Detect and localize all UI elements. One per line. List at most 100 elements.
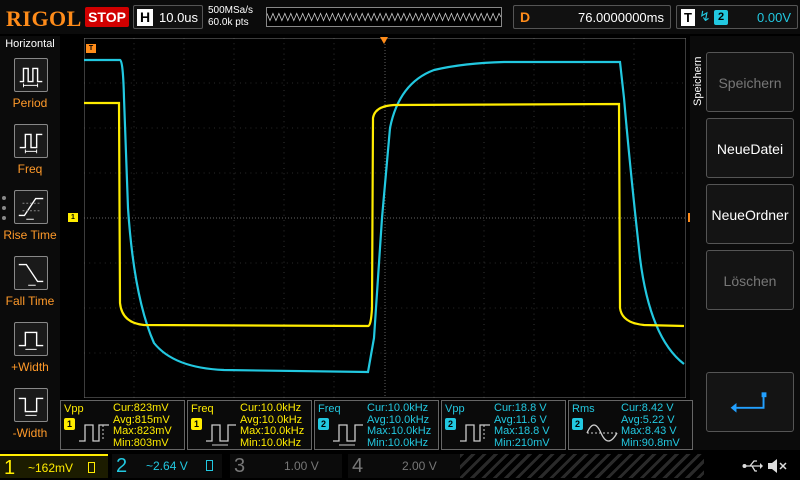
freq-icon — [14, 124, 48, 158]
measurement-max: Max:10.0kHz — [240, 425, 305, 437]
measurement-max: Max:823mV — [113, 425, 172, 437]
delay-label: D — [520, 9, 531, 25]
sample-rate: 500MSa/s — [208, 5, 254, 16]
channel-1-status[interactable]: 1 ~162mV — [0, 454, 108, 479]
measurement-name: Vpp — [445, 403, 465, 415]
ch1-offset-marker[interactable]: 1 — [68, 213, 78, 222]
vpp-icon — [77, 419, 111, 447]
measurement-name: Rms — [572, 403, 595, 415]
channel-badge: 2 — [572, 418, 583, 430]
menu-title: Horizontal — [5, 38, 55, 50]
freq-label: Freq — [17, 162, 43, 176]
softkey-return[interactable] — [706, 372, 794, 432]
measure-positive-width-button[interactable]: +Width — [0, 318, 60, 380]
softkey-new-folder[interactable]: NeueOrdner — [706, 184, 794, 244]
measurement-min: Min:90.8mV — [621, 436, 680, 449]
measurement-item[interactable]: Rms 2 Cur:8.42 V Avg:5.22 V Max:8.43 V M… — [568, 400, 693, 450]
channel-2-status[interactable]: 2 ~2.64 V — [112, 454, 222, 478]
ch1-coupling-icon — [88, 462, 95, 473]
freq-icon — [204, 419, 238, 447]
trigger-source: 2 — [714, 10, 728, 25]
ch2-coupling-icon — [206, 460, 213, 471]
measurement-current: Cur:18.8 V — [494, 402, 547, 414]
channel-bar-filler — [460, 454, 704, 478]
measurement-min: Min:210mV — [494, 436, 550, 449]
rigol-logo: RIGOL — [6, 6, 82, 31]
measurement-current: Cur:10.0kHz — [367, 402, 429, 414]
measure-menu: Horizontal Period Freq Rise Time Fall Ti… — [0, 36, 60, 450]
memory-depth: 60.0k pts — [208, 17, 249, 28]
softkey-delete[interactable]: Löschen — [706, 250, 794, 310]
horizontal-trigger-marker[interactable] — [380, 37, 388, 44]
delay-value: 76.0000000ms — [577, 10, 664, 25]
channel-bar: 1 ~162mV 2 ~2.64 V 3 1.00 V 4 2.00 V — [0, 452, 800, 480]
measurement-current: Cur:823mV — [113, 402, 169, 414]
trigger-box[interactable]: T ↯ 2 0.00V — [676, 5, 798, 29]
measurement-bar: Vpp 1 Cur:823mV Avg:815mV Max:823mV Min:… — [60, 398, 693, 450]
timebase-value: 10.0us — [159, 10, 199, 25]
waveform-display[interactable] — [84, 38, 686, 398]
measurement-item[interactable]: Freq 2 Cur:10.0kHz Avg:10.0kHz Max:10.0k… — [314, 400, 439, 450]
measurement-name: Freq — [191, 403, 214, 415]
rms-icon — [585, 419, 619, 447]
fall-time-icon — [14, 256, 48, 290]
measurement-min: Min:10.0kHz — [367, 436, 429, 449]
channel-scale: 2.00 V — [402, 459, 437, 473]
measurement-name: Freq — [318, 403, 341, 415]
measurement-current: Cur:10.0kHz — [240, 402, 302, 414]
channel-number: 4 — [352, 455, 364, 477]
measurement-min: Min:10.0kHz — [240, 436, 302, 449]
trigger-level: 0.00V — [757, 10, 791, 25]
speaker-muted-icon[interactable] — [766, 457, 788, 475]
channel-badge: 2 — [318, 418, 329, 430]
run-stop-status[interactable]: STOP — [85, 7, 129, 27]
rise-time-label: Rise Time — [3, 228, 57, 242]
period-label: Period — [12, 96, 48, 110]
channel-4-status[interactable]: 4 2.00 V — [348, 454, 460, 478]
freq-icon — [331, 419, 365, 447]
measurement-item[interactable]: Vpp 1 Cur:823mV Avg:815mV Max:823mV Min:… — [60, 400, 185, 450]
channel-badge: 1 — [64, 418, 75, 430]
channel-scale: ~162mV — [28, 461, 74, 475]
measure-fall-time-button[interactable]: Fall Time — [0, 252, 60, 314]
timebase-label: H — [137, 9, 153, 26]
negative-width-label: -Width — [12, 426, 48, 440]
save-menu-title: Speichern — [692, 56, 704, 106]
positive-width-icon — [14, 322, 48, 356]
measurement-max: Max:10.0kHz — [367, 425, 432, 437]
channel-scale: ~2.64 V — [146, 459, 188, 473]
period-icon — [14, 58, 48, 92]
channel-3-status[interactable]: 3 1.00 V — [230, 454, 342, 478]
positive-width-label: +Width — [11, 360, 49, 374]
channel-badge: 2 — [445, 418, 456, 430]
trigger-position-marker[interactable]: T — [86, 44, 96, 53]
channel-number: 2 — [116, 455, 128, 477]
rise-time-icon — [14, 190, 48, 224]
measurement-name: Vpp — [64, 403, 84, 415]
softkey-new-file[interactable]: NeueDatei — [706, 118, 794, 178]
measurement-max: Max:18.8 V — [494, 425, 550, 437]
measure-rise-time-button[interactable]: Rise Time — [0, 186, 60, 248]
measurement-max: Max:8.43 V — [621, 425, 677, 437]
channel-number: 3 — [234, 455, 246, 477]
memory-overview-strip — [266, 7, 502, 27]
timebase-box[interactable]: H 10.0us — [133, 5, 203, 29]
softkey-save[interactable]: Speichern — [706, 52, 794, 112]
top-status-bar: RIGOL STOP H 10.0us 500MSa/s 60.0k pts D… — [0, 0, 800, 34]
measurement-item[interactable]: Vpp 2 Cur:18.8 V Avg:11.6 V Max:18.8 V M… — [441, 400, 566, 450]
measurement-item[interactable]: Freq 1 Cur:10.0kHz Avg:10.0kHz Max:10.0k… — [187, 400, 312, 450]
measurement-min: Min:803mV — [113, 436, 169, 449]
channel-number: 1 — [4, 457, 16, 479]
measure-freq-button[interactable]: Freq — [0, 120, 60, 182]
fall-time-label: Fall Time — [5, 294, 55, 308]
measure-negative-width-button[interactable]: -Width — [0, 384, 60, 446]
trigger-label: T — [681, 9, 695, 26]
delay-box[interactable]: D 76.0000000ms — [513, 5, 671, 29]
measurement-current: Cur:8.42 V — [621, 402, 674, 414]
acquisition-info: 500MSa/s 60.0k pts — [208, 5, 253, 29]
measure-period-button[interactable]: Period — [0, 54, 60, 116]
channel-scale: 1.00 V — [284, 459, 319, 473]
vpp-icon — [458, 419, 492, 447]
negative-width-icon — [14, 388, 48, 422]
channel-badge: 1 — [191, 418, 202, 430]
